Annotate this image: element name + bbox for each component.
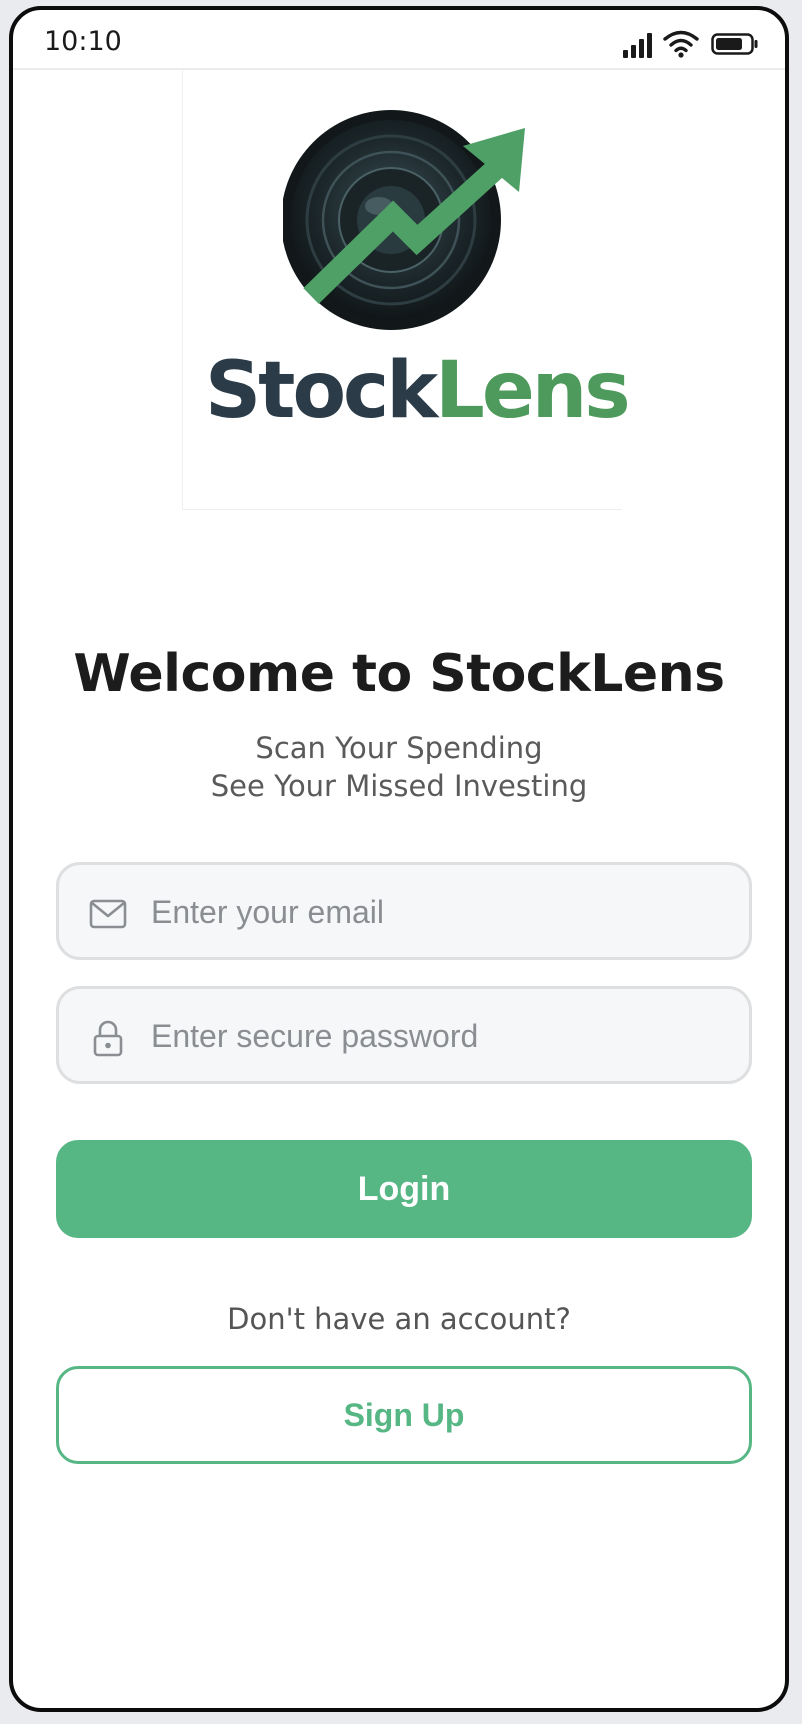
subtitle-line-1: Scan Your Spending [255, 731, 543, 765]
lock-icon [93, 1020, 123, 1057]
password-field-container[interactable] [56, 986, 752, 1084]
signal-icon [623, 33, 652, 58]
battery-icon [711, 33, 758, 55]
email-field-container[interactable] [56, 862, 752, 960]
logo-wordmark-lens: Lens [435, 346, 631, 436]
status-time: 10:10 [44, 26, 122, 57]
phone-frame: 10:10 StockLens Welcome to StockLens Sca… [9, 6, 789, 1712]
page-title: Welcome to StockLens [73, 644, 725, 704]
app-logo: StockLens [182, 70, 631, 510]
logo-wordmark-stock: Stock [205, 346, 438, 436]
wifi-icon [663, 30, 699, 58]
mail-icon [89, 899, 127, 929]
email-input[interactable] [149, 883, 733, 941]
account-prompt-text: Don't have an account? [227, 1302, 571, 1336]
sign-up-button[interactable]: Sign Up [56, 1366, 752, 1464]
login-button[interactable]: Login [56, 1140, 752, 1238]
status-bar: 10:10 [13, 10, 785, 70]
password-input[interactable] [149, 1007, 733, 1065]
subtitle-line-2: See Your Missed Investing [210, 769, 588, 803]
camera-lens-logo-icon [283, 110, 525, 330]
